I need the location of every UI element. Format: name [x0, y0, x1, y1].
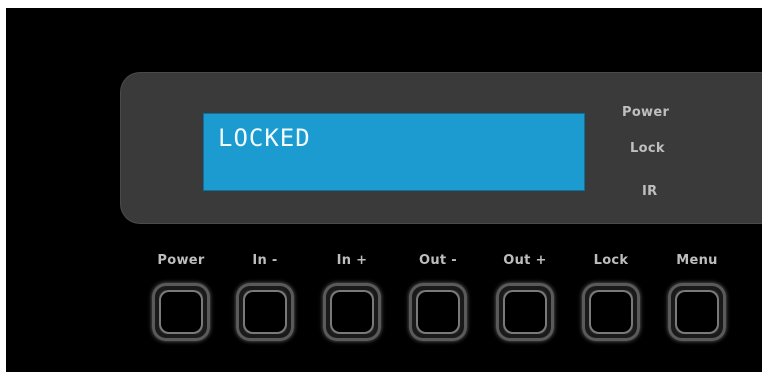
lcd-screen: LOCKED: [203, 113, 585, 191]
menu-button-label: Menu: [676, 253, 718, 268]
power-button-label: Power: [157, 253, 205, 268]
lcd-status-text: LOCKED: [218, 124, 311, 152]
power-indicator-label: Power: [622, 105, 670, 120]
power-button-face: [161, 292, 201, 332]
in-minus-button[interactable]: [236, 283, 294, 341]
lock-button-label: Lock: [593, 253, 629, 268]
out-plus-button[interactable]: [496, 283, 554, 341]
out-minus-button-face: [418, 292, 458, 332]
in-plus-button[interactable]: [323, 283, 381, 341]
out-plus-button-face: [505, 292, 545, 332]
power-button[interactable]: [152, 283, 210, 341]
in-plus-button-face: [332, 292, 372, 332]
ir-indicator-label: IR: [642, 184, 658, 199]
lock-button-face: [591, 292, 631, 332]
out-plus-button-label: Out +: [503, 253, 547, 268]
device-front-panel: LOCKED Power Lock IR Power In - In + Out…: [6, 8, 762, 372]
in-minus-button-face: [245, 292, 285, 332]
menu-button-face: [677, 292, 717, 332]
out-minus-button-label: Out -: [419, 253, 457, 268]
in-plus-button-label: In +: [336, 253, 368, 268]
in-minus-button-label: In -: [252, 253, 278, 268]
lock-indicator-label: Lock: [630, 141, 665, 156]
menu-button[interactable]: [668, 283, 726, 341]
out-minus-button[interactable]: [409, 283, 467, 341]
display-panel: LOCKED Power Lock IR: [120, 72, 762, 224]
lock-button[interactable]: [582, 283, 640, 341]
